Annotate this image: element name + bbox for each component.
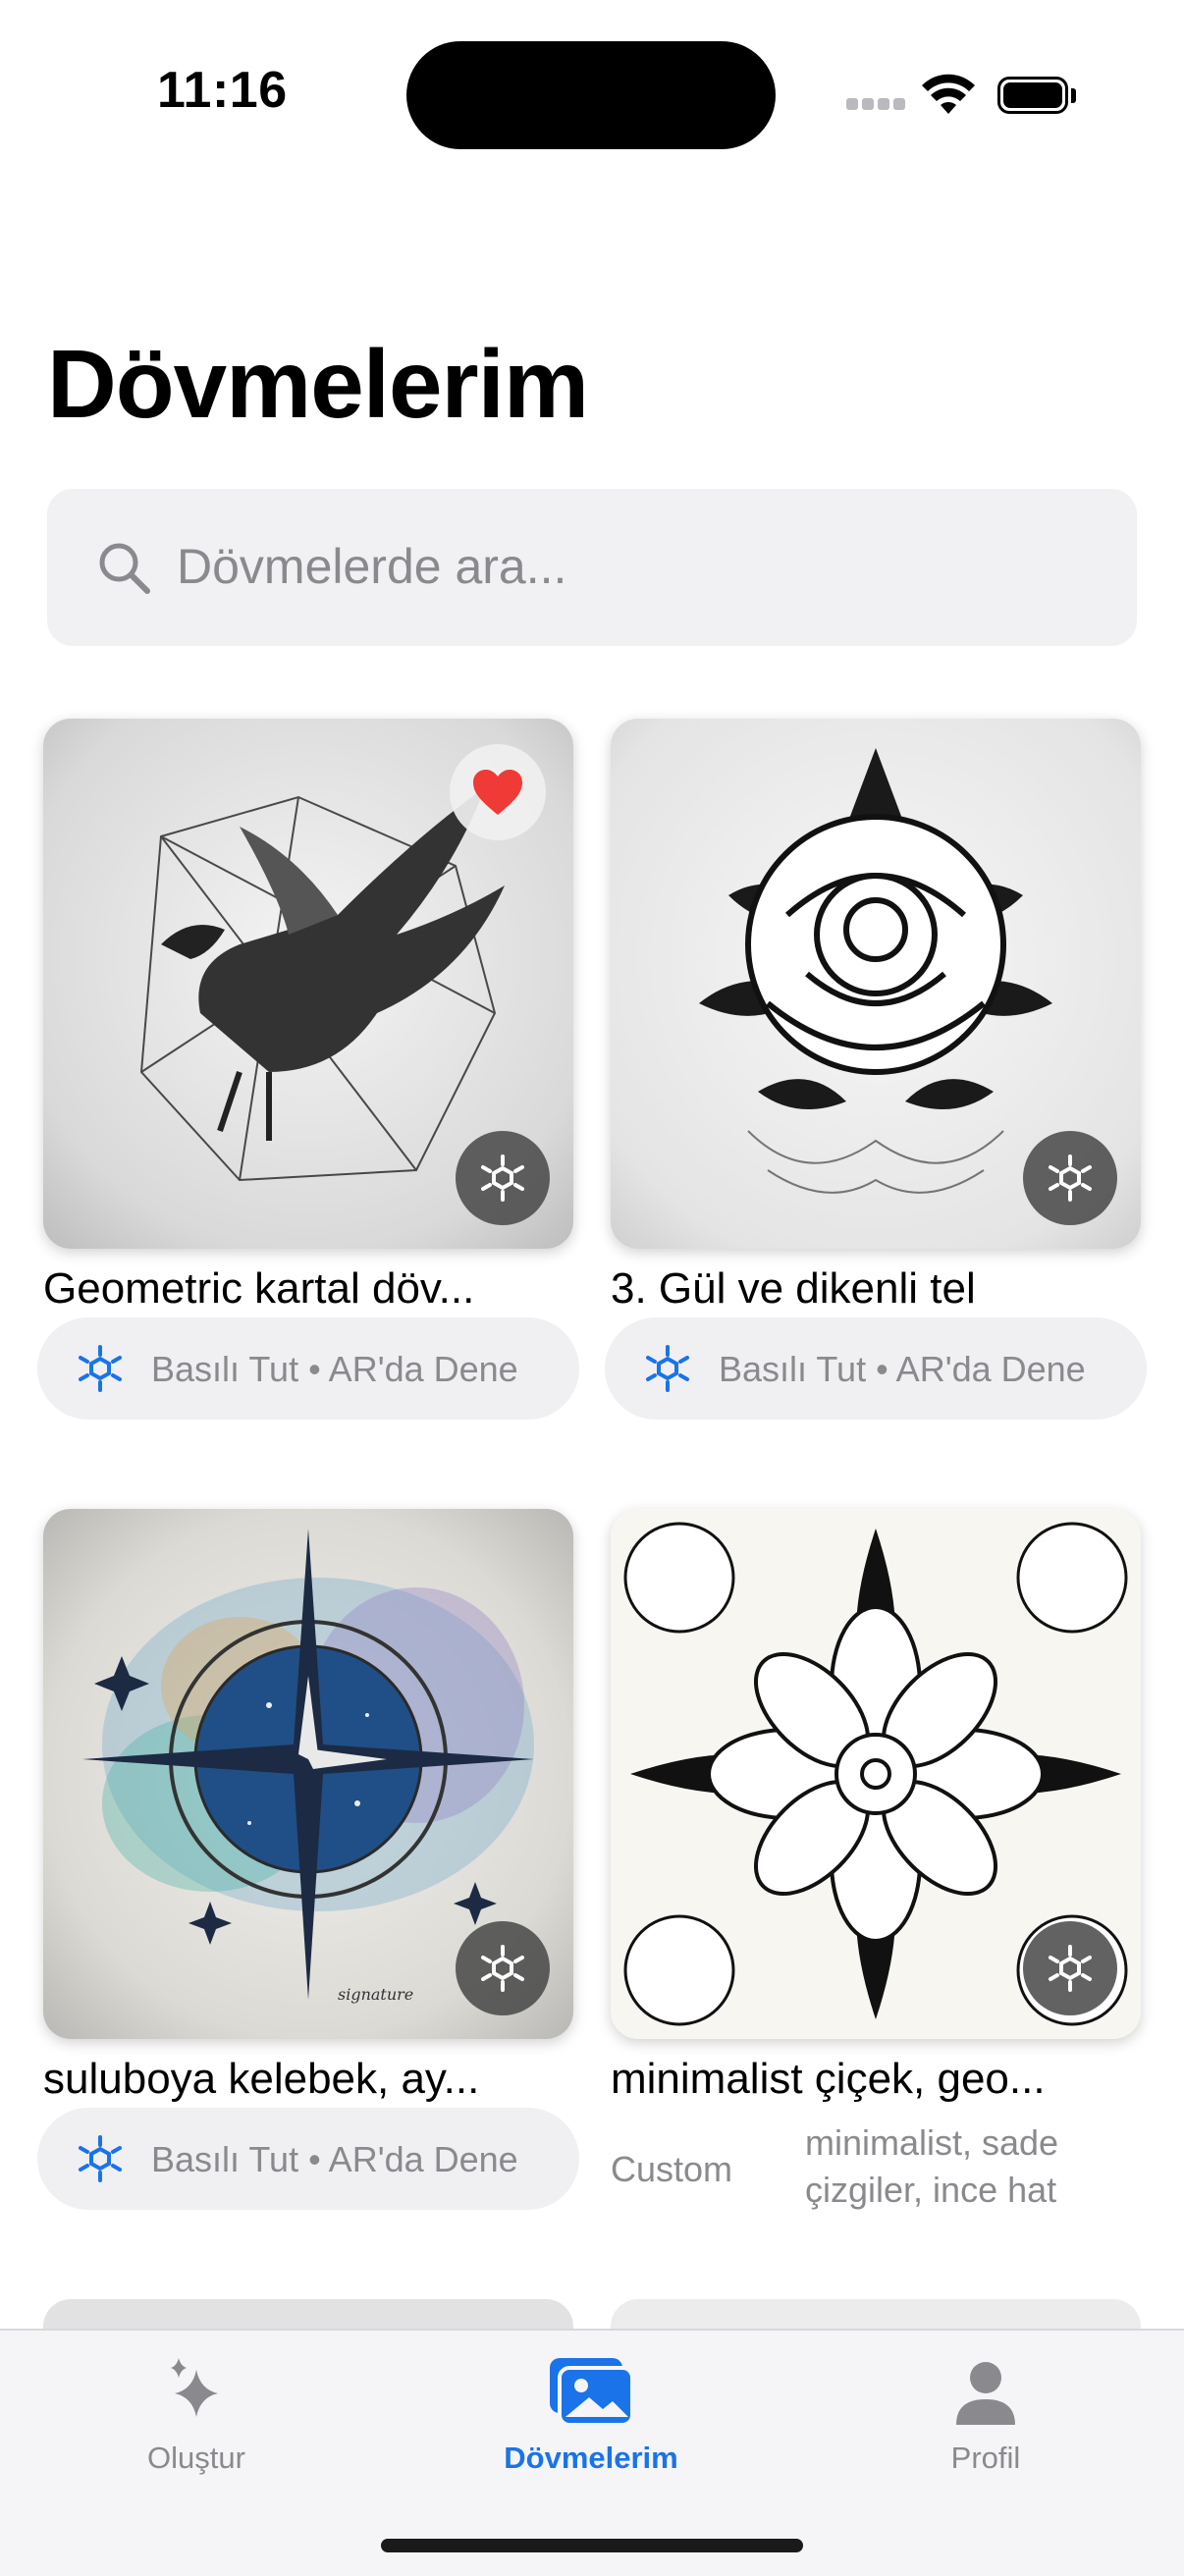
ar-view-button[interactable] <box>456 1921 550 2015</box>
favorite-button[interactable] <box>450 744 546 840</box>
ar-cube-icon <box>481 1154 524 1202</box>
ar-hold-hint[interactable]: Basılı Tut • AR'da Dene <box>605 1317 1147 1420</box>
ar-cube-icon <box>79 1345 122 1392</box>
ar-hold-hint[interactable]: Basılı Tut • AR'da Dene <box>37 1317 579 1420</box>
svg-text:signature: signature <box>338 1985 413 2004</box>
tattoo-title: Geometric kartal döv... <box>43 1264 475 1313</box>
search-input[interactable]: Dövmelerde ara... <box>47 489 1137 646</box>
tags-label: minimalist, sade çizgiler, ince hat <box>805 2120 1119 2214</box>
dynamic-island <box>406 41 776 149</box>
tattoo-title: minimalist çiçek, geo... <box>611 2055 1046 2103</box>
ar-cube-icon <box>646 1345 689 1392</box>
tab-label: Oluştur <box>147 2441 245 2475</box>
tags-line: çizgiler, ince hat <box>805 2170 1057 2210</box>
style-label: Custom <box>611 2149 733 2189</box>
ar-cube-icon <box>79 2135 122 2182</box>
ar-view-button[interactable] <box>456 1131 550 1225</box>
tab-my-tattoos[interactable]: Dövmelerim <box>444 2352 738 2476</box>
ar-cube-icon <box>481 1945 524 1992</box>
ar-cube-icon <box>1049 1945 1092 1992</box>
tattoo-image[interactable] <box>611 1509 1141 2039</box>
tattoo-title: 3. Gül ve dikenli tel <box>611 1264 976 1313</box>
search-icon <box>99 543 150 594</box>
tattoo-image[interactable] <box>611 719 1141 1249</box>
tattoo-image[interactable]: signature <box>43 1509 573 2039</box>
tab-label: Profil <box>950 2441 1021 2475</box>
cellular-signal-icon <box>846 98 907 112</box>
sparkles-icon <box>171 2358 218 2417</box>
ar-view-button[interactable] <box>1023 1131 1117 1225</box>
page-title: Dövmelerim <box>47 330 589 438</box>
ar-hint-label: Basılı Tut • AR'da Dene <box>719 1349 1086 1389</box>
status-time: 11:16 <box>157 62 288 119</box>
ar-hint-label: Basılı Tut • AR'da Dene <box>151 1349 518 1389</box>
ar-hold-hint[interactable]: Basılı Tut • AR'da Dene <box>37 2108 579 2210</box>
ar-cube-icon <box>1049 1154 1092 1202</box>
ar-view-button[interactable] <box>1023 1921 1117 2015</box>
search-placeholder: Dövmelerde ara... <box>177 539 567 594</box>
ar-hint-label: Basılı Tut • AR'da Dene <box>151 2139 518 2179</box>
tab-create[interactable]: Oluştur <box>49 2352 344 2476</box>
heart-icon <box>473 770 522 815</box>
photos-icon <box>550 2358 634 2427</box>
tab-label: Dövmelerim <box>504 2441 678 2475</box>
wifi-icon <box>922 74 975 114</box>
tattoo-image[interactable] <box>43 719 573 1249</box>
person-icon <box>956 2362 1015 2425</box>
home-indicator <box>381 2539 803 2552</box>
tags-line: minimalist, sade <box>805 2122 1059 2163</box>
battery-icon <box>997 77 1076 116</box>
tab-profile[interactable]: Profil <box>838 2352 1133 2476</box>
tattoo-title: suluboya kelebek, ay... <box>43 2055 480 2103</box>
